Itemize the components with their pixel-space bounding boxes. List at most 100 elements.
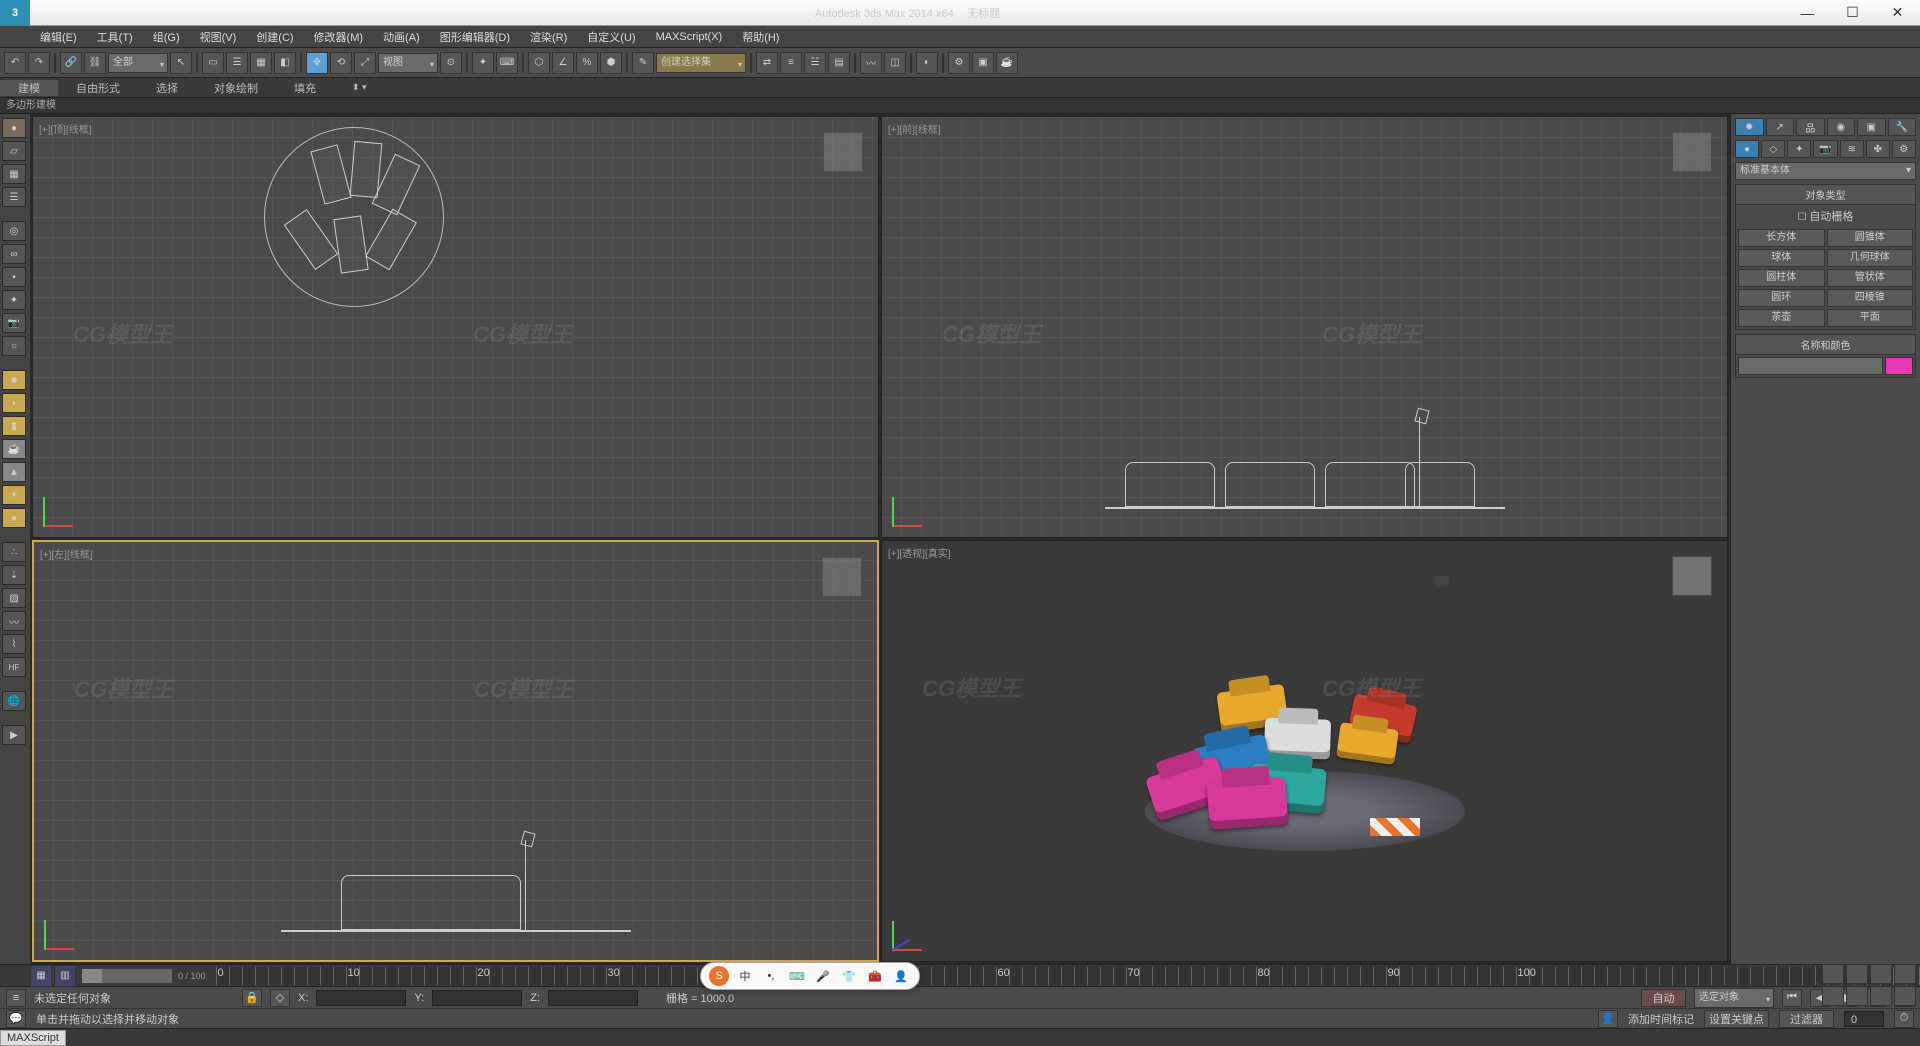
named-selection-combo[interactable]: 创建选择集	[656, 53, 746, 73]
zoom-region-icon[interactable]	[1822, 986, 1844, 1006]
modify-tab-icon[interactable]: ↗	[1766, 118, 1795, 136]
object-type-rollout[interactable]: 对象类型	[1736, 185, 1915, 205]
tool-sphere-icon[interactable]: ●	[2, 118, 26, 138]
link-button[interactable]: 🔗	[60, 52, 82, 74]
angle-snap-button[interactable]: ∠	[552, 52, 574, 74]
keyboard-shortcut-button[interactable]: ⌨	[496, 52, 518, 74]
maximize-viewport-icon[interactable]	[1894, 986, 1916, 1006]
systems-cat-icon[interactable]: ⚙	[1892, 140, 1916, 158]
render-setup-button[interactable]: ⚙	[948, 52, 970, 74]
menu-tools[interactable]: 工具(T)	[87, 29, 143, 45]
tool-sun-icon[interactable]: ☀	[2, 485, 26, 505]
primitive-teapot-button[interactable]: 茶壶	[1738, 309, 1825, 327]
tool-dot-icon[interactable]: •	[2, 267, 26, 287]
rotate-button[interactable]: ⟲	[330, 52, 352, 74]
select-button[interactable]: ↖	[170, 52, 192, 74]
cameras-cat-icon[interactable]: 📷	[1813, 140, 1837, 158]
current-frame-input[interactable]: 0	[1844, 1011, 1884, 1027]
tool-spacewarp-icon[interactable]: 〰	[2, 611, 26, 631]
comm-center-icon[interactable]: 👤	[1598, 1010, 1618, 1028]
ime-keyboard-icon[interactable]: ⌨	[787, 966, 807, 986]
primitive-torus-button[interactable]: 圆环	[1738, 289, 1825, 307]
display-tab-icon[interactable]: ▣	[1857, 118, 1886, 136]
tool-list-icon[interactable]: ☰	[2, 187, 26, 207]
move-button[interactable]: ✥	[306, 52, 328, 74]
ribbon-tab-populate[interactable]: 填充	[276, 80, 334, 96]
undo-button[interactable]: ↶	[4, 52, 26, 74]
helpers-cat-icon[interactable]: ≋	[1840, 140, 1864, 158]
autogrid-checkbox[interactable]: ☐ 自动栅格	[1736, 205, 1915, 227]
shapes-cat-icon[interactable]: ◇	[1761, 140, 1785, 158]
render-frame-button[interactable]: ▣	[972, 52, 994, 74]
ime-logo-icon[interactable]: S	[709, 966, 729, 986]
tool-plane-icon[interactable]: ▱	[2, 141, 26, 161]
geometry-cat-icon[interactable]: ●	[1735, 140, 1759, 158]
ref-coord-combo[interactable]: 视图	[378, 53, 438, 73]
pan-icon[interactable]	[1822, 964, 1844, 984]
viewport-top[interactable]: [+][顶][线框] CG模型王 CG模型王	[32, 116, 879, 538]
schematic-button[interactable]: ◫	[884, 52, 906, 74]
tool-hair-icon[interactable]: ⌇	[2, 634, 26, 654]
tool-particles-icon[interactable]: ∴	[2, 542, 26, 562]
primitive-plane-button[interactable]: 平面	[1827, 309, 1914, 327]
tool-deflector-icon[interactable]: ▨	[2, 588, 26, 608]
zoom-extents-icon[interactable]	[1894, 964, 1916, 984]
object-color-swatch[interactable]	[1885, 357, 1913, 375]
lights-cat-icon[interactable]: ✦	[1787, 140, 1811, 158]
fov-icon[interactable]	[1870, 964, 1892, 984]
select-name-button[interactable]: ☰	[226, 52, 248, 74]
primitive-box-button[interactable]: 长方体	[1738, 229, 1825, 247]
pivot-button[interactable]: ⊙	[440, 52, 462, 74]
maximize-button[interactable]: ☐	[1830, 0, 1875, 26]
curve-editor-button[interactable]: 〰	[860, 52, 882, 74]
manipulate-button[interactable]: ✦	[472, 52, 494, 74]
timeline-config2-icon[interactable]: ▥	[54, 965, 76, 987]
tool-cylinder-icon[interactable]: ▮	[2, 416, 26, 436]
goto-start-icon[interactable]: ⏮	[1782, 989, 1802, 1007]
ribbon-tab-selection[interactable]: 选择	[138, 80, 196, 96]
viewport-left[interactable]: [+][左][线框] CG模型王 CG模型王	[32, 540, 879, 962]
autokey-button[interactable]: 自动	[1641, 989, 1686, 1007]
tool-globe-icon[interactable]: 🌐	[2, 691, 26, 711]
time-config-icon[interactable]: ⏱	[1894, 1010, 1914, 1028]
ime-voice-icon[interactable]: 🎤	[813, 966, 833, 986]
lock-selection-icon[interactable]: 🔒	[242, 989, 262, 1007]
unlink-button[interactable]: ⛓	[84, 52, 106, 74]
ime-lang-button[interactable]: 中	[735, 966, 755, 986]
timeline-config-icon[interactable]: ▦	[30, 965, 52, 987]
window-crossing-button[interactable]: ◧	[274, 52, 296, 74]
percent-snap-button[interactable]: %	[576, 52, 598, 74]
material-editor-button[interactable]: ◐	[916, 52, 938, 74]
ribbon-tab-modeling[interactable]: 建模	[0, 80, 58, 96]
spacewarps-cat-icon[interactable]: ✤	[1866, 140, 1890, 158]
tool-link-icon[interactable]: ∞	[2, 244, 26, 264]
layer-manager-button[interactable]: ▤	[828, 52, 850, 74]
viewport-label[interactable]: [+][顶][线框]	[39, 121, 92, 136]
utilities-tab-icon[interactable]: 🔧	[1888, 118, 1917, 136]
primitive-geosphere-button[interactable]: 几何球体	[1827, 249, 1914, 267]
menu-modifiers[interactable]: 修改器(M)	[304, 29, 374, 45]
add-time-tag[interactable]: 添加时间标记	[1628, 1011, 1694, 1027]
walk-icon[interactable]	[1870, 986, 1892, 1006]
tool-cone-icon[interactable]: ▲	[2, 462, 26, 482]
select-region-button[interactable]: ▦	[250, 52, 272, 74]
hierarchy-tab-icon[interactable]: 品	[1796, 118, 1825, 136]
menu-create[interactable]: 创建(C)	[246, 29, 303, 45]
menu-customize[interactable]: 自定义(U)	[577, 29, 645, 45]
tool-play-icon[interactable]: ▶	[2, 725, 26, 745]
menu-graph-editors[interactable]: 图形编辑器(D)	[430, 29, 520, 45]
viewcube-icon[interactable]	[822, 557, 862, 597]
x-coord-input[interactable]	[316, 990, 406, 1006]
ime-user-icon[interactable]: 👤	[891, 966, 911, 986]
tool-grid-icon[interactable]: ▦	[2, 164, 26, 184]
maxscript-label[interactable]: MAXScript	[0, 1030, 66, 1046]
render-button[interactable]: ☕	[996, 52, 1018, 74]
ime-punct-icon[interactable]: •,	[761, 966, 781, 986]
viewcube-icon[interactable]	[1672, 132, 1712, 172]
tool-box-yellow-icon[interactable]: ■	[2, 370, 26, 390]
ime-toolbox-icon[interactable]: 🧰	[865, 966, 885, 986]
object-name-input[interactable]	[1738, 357, 1883, 375]
primitive-pyramid-button[interactable]: 四棱锥	[1827, 289, 1914, 307]
ime-skin-icon[interactable]: 👕	[839, 966, 859, 986]
menu-help[interactable]: 帮助(H)	[732, 29, 789, 45]
